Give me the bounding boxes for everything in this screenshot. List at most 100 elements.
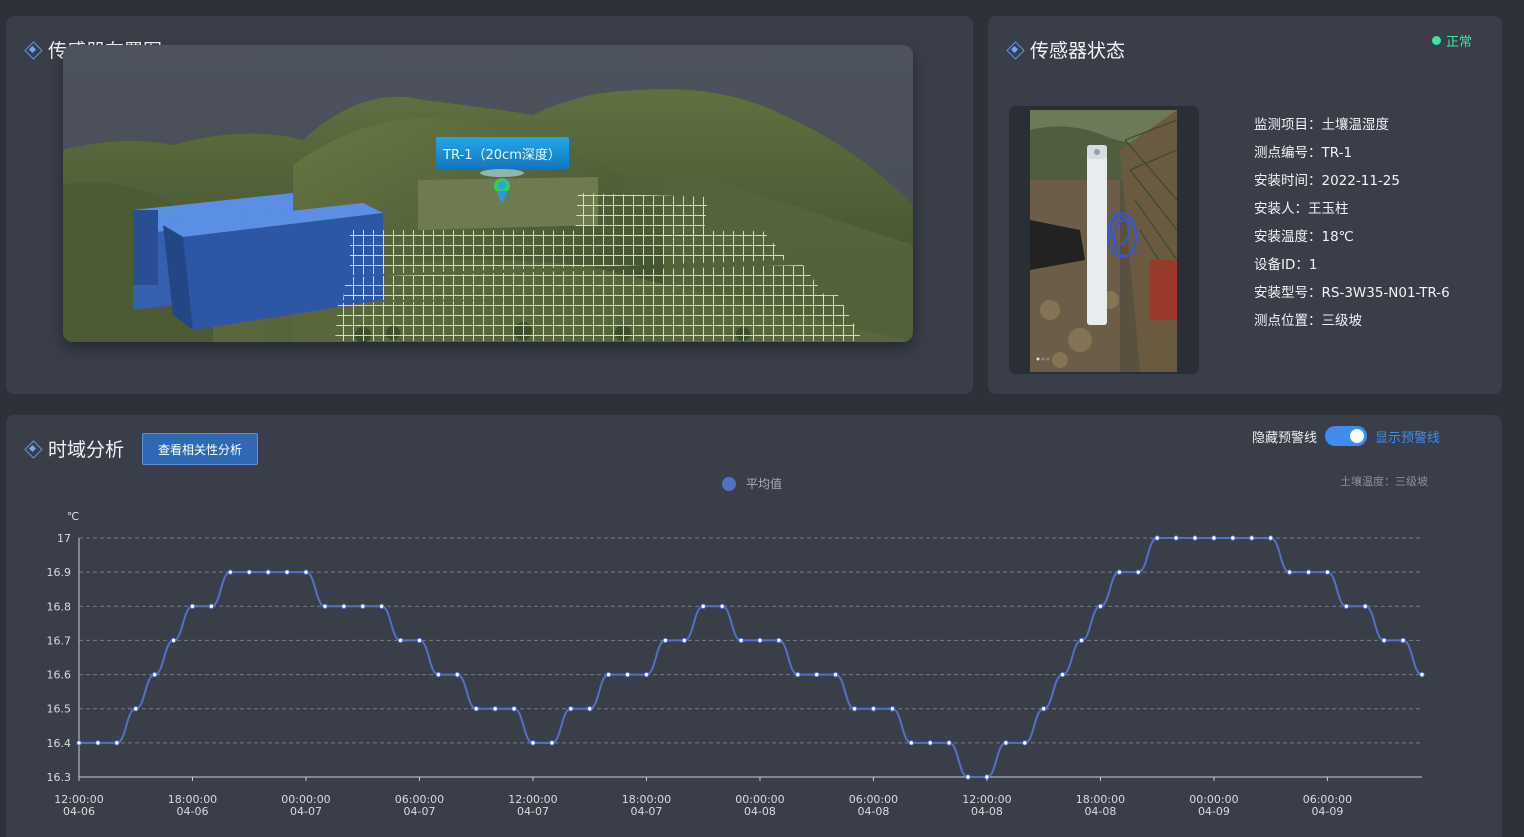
data-point [814, 671, 820, 678]
data-point [397, 637, 404, 644]
data-point [719, 603, 725, 609]
data-point [832, 671, 839, 678]
status-badge: 正常 [1431, 31, 1472, 50]
y-axis-unit: ℃ [67, 510, 79, 523]
x-tick-label-date: 04-08 [1084, 805, 1116, 818]
y-tick-label: 16.3 [47, 771, 72, 784]
data-point [1419, 671, 1425, 678]
info-row: 监测项目：土壤温湿度 [1254, 117, 1389, 133]
sensor-info-list: 监测项目：土壤温湿度 测点编号：TR-1 安装时间：2022-11-25 安装人… [1254, 111, 1450, 335]
x-tick-label-date: 04-06 [63, 805, 95, 818]
x-tick-label-date: 04-07 [403, 805, 435, 818]
data-point [605, 671, 612, 678]
data-point [1003, 740, 1009, 746]
data-point [662, 637, 669, 644]
data-point [1173, 535, 1179, 541]
data-point [1324, 569, 1331, 575]
data-point [587, 706, 593, 712]
data-point [1211, 535, 1217, 541]
data-point [643, 671, 650, 678]
data-point [1400, 637, 1406, 644]
data-point [795, 671, 801, 678]
data-point [776, 637, 782, 644]
data-point [1078, 637, 1085, 644]
data-point [170, 637, 177, 644]
data-point [435, 671, 442, 678]
sensor-marker-label: TR-1（20cm深度） [442, 147, 561, 163]
diamond-icon [26, 43, 39, 56]
sensor-photo-image [1030, 110, 1177, 372]
data-point [851, 706, 858, 712]
info-row: 安装人：王玉柱 [1254, 201, 1349, 217]
data-point [1362, 603, 1368, 609]
data-point [889, 706, 896, 712]
data-point [1230, 535, 1236, 541]
sensor-layout-panel: 传感器布置图 [6, 16, 973, 394]
data-point [681, 637, 687, 644]
data-point [738, 637, 744, 644]
info-row: 安装温度：18℃ [1254, 229, 1354, 245]
data-point [549, 740, 555, 746]
y-tick-label: 16.9 [47, 566, 72, 579]
data-point [246, 569, 252, 575]
x-tick-label-date: 04-07 [290, 805, 322, 818]
diamond-icon [1008, 43, 1021, 56]
x-tick-label-date: 04-09 [1311, 805, 1343, 818]
data-point [133, 706, 139, 712]
data-point [1381, 637, 1387, 644]
data-point [95, 740, 101, 746]
y-tick-label: 16.6 [47, 669, 72, 682]
data-point [227, 569, 234, 575]
data-point [1249, 535, 1255, 541]
time-domain-panel: 时域分析 查看相关性分析 隐藏预警线 显示预警线 平均值 土壤温度：三级坡 16… [6, 415, 1502, 837]
data-point [378, 603, 385, 609]
sensor-3d-scene[interactable]: TR-1（20cm深度） [63, 45, 913, 342]
y-tick-label: 16.4 [47, 737, 72, 750]
data-point [870, 706, 877, 712]
info-row: 测点位置：三级坡 [1254, 313, 1362, 329]
data-point [303, 569, 309, 575]
data-point [1192, 535, 1198, 541]
data-point [151, 671, 158, 678]
data-point [1097, 603, 1104, 609]
status-dot-icon [1431, 36, 1441, 45]
data-point [1343, 603, 1350, 609]
data-point [1154, 535, 1160, 541]
x-tick-label-date: 04-08 [744, 805, 776, 818]
x-tick-label-date: 04-08 [971, 805, 1003, 818]
data-point [984, 774, 990, 780]
data-point [284, 569, 290, 575]
x-tick-label-date: 04-07 [517, 805, 549, 818]
data-point [757, 637, 763, 644]
data-point [1116, 569, 1123, 575]
data-point [1059, 671, 1066, 678]
data-point [114, 740, 120, 746]
data-point [965, 774, 971, 780]
status-text: 正常 [1445, 35, 1472, 50]
terrain-illustration: TR-1（20cm深度） [63, 45, 913, 342]
data-point [1286, 569, 1293, 575]
temperature-line-chart: 16.316.416.516.616.716.816.917℃12:00:000… [47, 510, 1425, 818]
x-tick-label-date: 04-06 [177, 805, 209, 818]
info-row: 测点编号：TR-1 [1254, 145, 1353, 161]
data-point [946, 740, 952, 746]
data-point [322, 603, 328, 609]
info-row: 设备ID：1 [1254, 257, 1318, 273]
data-point [700, 603, 706, 609]
data-point [473, 706, 479, 712]
data-point [1267, 535, 1274, 541]
series-line-average [79, 537, 1423, 778]
data-point [1135, 569, 1141, 575]
sensor-status-panel: 传感器状态 正常 监测项目：土壤温湿度 测点编号：TR-1 安装时间：2022-… [988, 16, 1502, 394]
y-tick-label: 16.8 [47, 600, 72, 613]
sensor-photo[interactable] [1009, 106, 1199, 374]
data-point [208, 603, 215, 609]
data-point [492, 706, 498, 712]
y-tick-label: 16.5 [47, 703, 72, 716]
info-row: 安装型号：RS-3W35-N01-TR-6 [1254, 285, 1450, 301]
data-point [265, 569, 271, 575]
data-point [360, 603, 366, 609]
data-point [530, 740, 536, 746]
y-tick-label: 16.7 [47, 634, 72, 647]
data-point [908, 740, 914, 746]
